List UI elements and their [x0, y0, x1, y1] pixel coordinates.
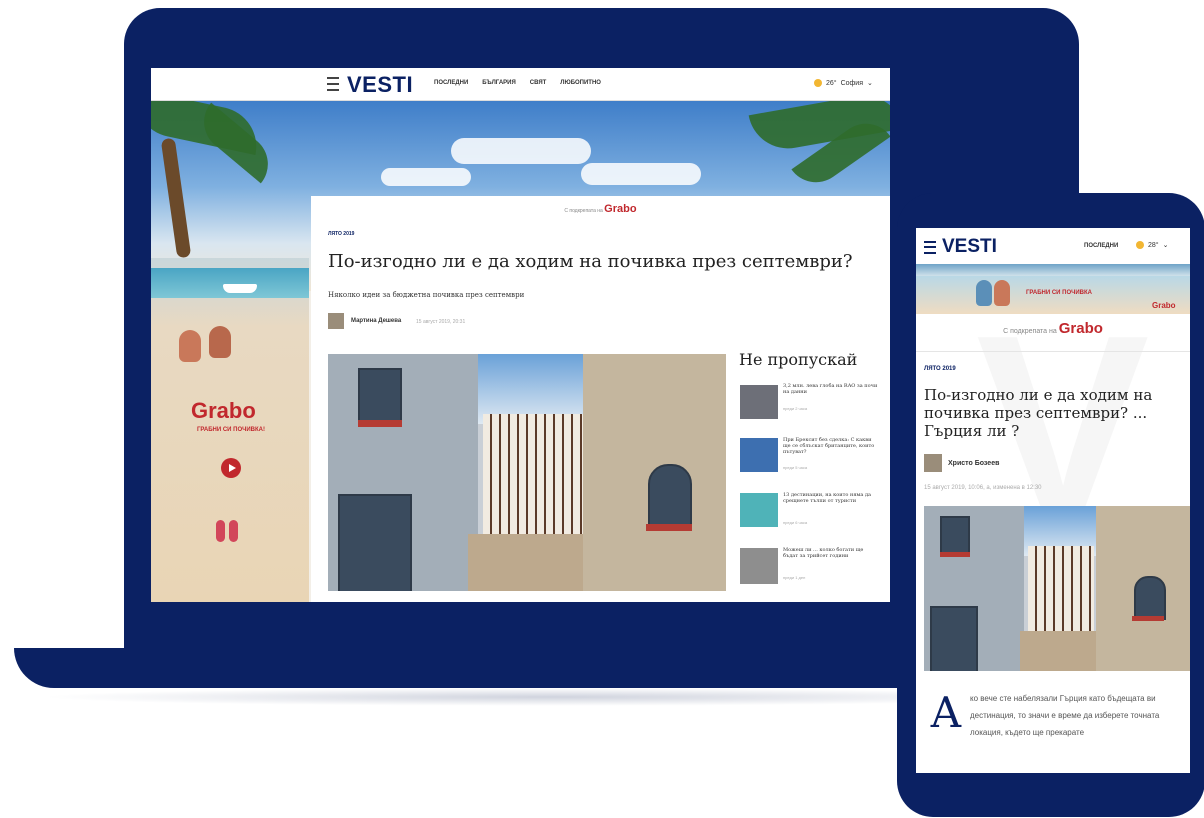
news-thumbnail[interactable]: [740, 548, 778, 584]
ad-banner-text: ГРАБНИ СИ ПОЧИВКА: [1026, 290, 1092, 296]
sea-strip: [151, 268, 309, 298]
site-logo[interactable]: VESTI: [347, 72, 413, 98]
nav-item-latest[interactable]: ПОСЛЕДНИ: [1084, 243, 1118, 249]
image-timber-house: [1028, 546, 1094, 631]
nav-item-world[interactable]: СВЯТ: [530, 80, 547, 86]
boat-icon: [223, 284, 257, 293]
article-title: По-изгодно ли е да ходим на почивка през…: [328, 251, 853, 272]
author-avatar: [924, 454, 942, 472]
news-thumbnail[interactable]: [740, 493, 778, 527]
presented-by-label: С подкрепата на: [1003, 328, 1057, 335]
news-item-date: преди 2 часа: [783, 406, 808, 411]
image-door: [338, 494, 412, 591]
header-strip: [916, 264, 1190, 276]
play-icon[interactable]: [221, 458, 241, 478]
image-flower-box: [1132, 616, 1164, 621]
hamburger-menu-icon[interactable]: [327, 77, 339, 91]
nav-item-curious[interactable]: ЛЮБОПИТНО: [560, 80, 601, 86]
weather-widget[interactable]: 28° ⌄: [1136, 241, 1168, 249]
image-timber-house: [483, 414, 583, 534]
news-item-title[interactable]: 3,2 млн. лева глоба на RAO за почи на да…: [783, 383, 878, 395]
sponsor-logo[interactable]: Grabo: [1059, 320, 1103, 337]
cloud: [451, 138, 591, 164]
article-lead: Няколко идеи за бюджетна почивка през се…: [328, 291, 525, 299]
news-thumbnail[interactable]: [740, 385, 778, 419]
sun-icon: [814, 79, 822, 87]
article-category[interactable]: ЛЯТО 2019: [924, 366, 956, 372]
article-category[interactable]: ЛЯТО 2019: [328, 231, 354, 237]
news-item-title[interactable]: При Брексит без сделка: С какви ще се сб…: [783, 437, 878, 455]
article-date: 15 август 2019, 10:06, а, изменена в 12:…: [924, 485, 1042, 491]
drop-cap: А: [930, 688, 962, 737]
weather-temp: 28°: [1148, 241, 1159, 249]
main-nav: ПОСЛЕДНИ БЪЛГАРИЯ СВЯТ ЛЮБОПИТНО: [434, 80, 601, 86]
dont-miss-heading: Не пропускай: [739, 350, 858, 369]
image-arched-window: [648, 464, 692, 528]
image-flower-box: [646, 524, 692, 531]
weather-temp: 26°: [826, 79, 837, 87]
sun-icon: [1136, 241, 1144, 249]
flip-flop-icon: [216, 520, 225, 542]
sponsor-logo[interactable]: Grabo: [604, 203, 636, 215]
image-door: [930, 606, 978, 671]
nav-item-bulgaria[interactable]: БЪЛГАРИЯ: [482, 80, 516, 86]
image-window: [940, 516, 970, 556]
grabo-side-logo[interactable]: Grabo: [191, 398, 256, 424]
site-header: VESTI ПОСЛЕДНИ БЪЛГАРИЯ СВЯТ ЛЮБОПИТНО 2…: [151, 68, 890, 101]
chevron-down-icon: ⌄: [867, 80, 873, 87]
sponsor-line: С подкрепата на Grabo: [916, 320, 1190, 337]
site-logo[interactable]: VESTI: [942, 236, 997, 258]
flip-flop-icon: [229, 520, 238, 542]
chevron-down-icon: ⌄: [1162, 242, 1169, 249]
hamburger-menu-icon[interactable]: [924, 241, 936, 254]
news-item-title[interactable]: 13 дестинации, на които няма да срещнете…: [783, 492, 878, 504]
article-body: ко вече сте набелязали Гърция като бъдещ…: [970, 694, 1160, 737]
news-thumbnail[interactable]: [740, 438, 778, 472]
article-main-image[interactable]: [328, 354, 726, 591]
laptop-screen: V VESTI ПОСЛЕДНИ БЪЛГАРИЯ СВЯТ ЛЮБОПИТНО…: [151, 68, 890, 602]
article-main-image[interactable]: [924, 506, 1190, 671]
news-item-date: преди 5 часа: [783, 465, 808, 470]
beach-person-icon: [179, 330, 201, 362]
cloud: [381, 168, 471, 186]
phone-screen: V VESTI ПОСЛЕДНИ 28° ⌄ ГРАБНИ СИ ПОЧИВКА…: [916, 228, 1190, 773]
article-date: 15 август 2019, 20:31: [416, 319, 466, 325]
news-item-title[interactable]: Можеш ли ... колко богати ще бъдат за тр…: [783, 547, 878, 559]
image-window: [358, 368, 402, 424]
weather-widget[interactable]: 26° София ⌄: [814, 79, 873, 87]
author-avatar: [328, 313, 344, 329]
cloud: [581, 163, 701, 185]
article-card: С подкрепата на Grabo ЛЯТО 2019 По-изгод…: [311, 196, 890, 602]
beach-person-icon: [209, 326, 231, 358]
divider: [916, 351, 1190, 352]
image-flower-box: [358, 420, 402, 427]
image-arched-window: [1134, 576, 1166, 620]
presented-by-label: С подкрепата на: [564, 208, 603, 214]
article-title: По-изгодно ли е да ходим на почивка през…: [924, 386, 1153, 440]
weather-city: София: [840, 79, 864, 87]
sponsor-line: С подкрепата на Grabo: [311, 203, 890, 215]
image-flower-box: [940, 552, 970, 557]
news-item-date: преди 1 ден: [783, 575, 806, 580]
grabo-side-tagline: ГРАБНИ СИ ПОЧИВКА!: [197, 427, 265, 433]
beach-person-icon: [994, 280, 1010, 306]
nav-item-latest[interactable]: ПОСЛЕДНИ: [434, 80, 468, 86]
ad-banner-brand: Grabo: [1152, 301, 1176, 310]
news-item-date: преди 6 часа: [783, 520, 808, 525]
author-name[interactable]: Мартина Дешева: [351, 318, 401, 324]
author-name[interactable]: Христо Бозеев: [948, 460, 999, 467]
beach-person-icon: [976, 280, 992, 306]
